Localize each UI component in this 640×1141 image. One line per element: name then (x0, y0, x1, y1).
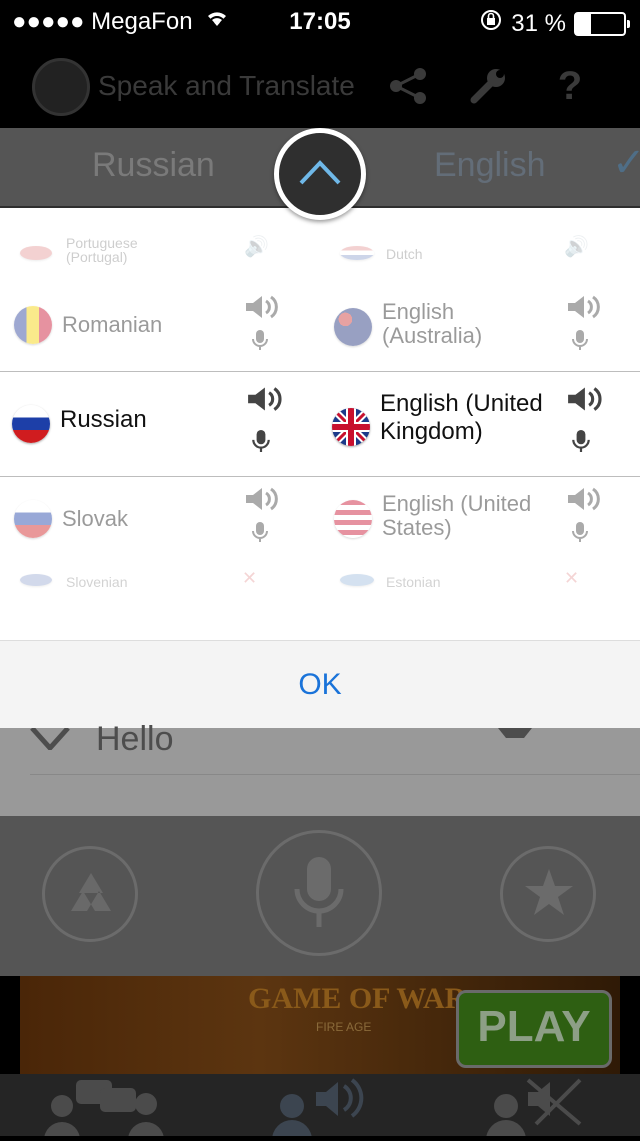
ok-bar: OK (0, 640, 640, 729)
mute-icon (486, 1078, 582, 1140)
language-picker[interactable]: Portuguese (Portugal) 🔊 Dutch 🔊 Romanian… (0, 208, 640, 640)
selection-divider-top (0, 371, 640, 372)
ok-button[interactable]: OK (0, 641, 640, 729)
status-right: 31 % (479, 8, 630, 39)
no-voice-icon: ✕ (242, 568, 258, 588)
help-icon[interactable]: ? (548, 64, 592, 108)
tab-bar (0, 1074, 640, 1140)
chevron-down-icon (30, 728, 70, 750)
tab-mute[interactable] (484, 1078, 624, 1140)
controls-panel (0, 816, 640, 976)
chevron-up-icon (299, 160, 341, 185)
language-name: Estonian (386, 574, 441, 590)
selected-list-item[interactable]: Russian English (United Kingdom) (0, 374, 640, 474)
microphone-icon (252, 330, 268, 350)
collapse-picker-button[interactable] (274, 128, 366, 220)
app-logo-icon (32, 58, 90, 116)
language-name: Slovak (62, 506, 129, 531)
speaker-icon (568, 487, 600, 511)
flag-usa-icon (334, 500, 372, 538)
microphone-icon (572, 522, 588, 542)
record-button[interactable] (256, 830, 382, 956)
language-name: English (Australia) (382, 299, 483, 348)
flag-russia-icon (12, 405, 50, 443)
flag-slovenia-icon (20, 574, 52, 586)
tab-conversation[interactable] (40, 1078, 180, 1140)
recycle-button[interactable] (42, 846, 138, 942)
speaker-icon: 🔊 (564, 236, 589, 258)
star-icon[interactable] (498, 728, 532, 738)
language-name: Dutch (386, 246, 423, 262)
language-name: English (United States) (382, 491, 532, 540)
list-item[interactable]: Slovak English (United States) (0, 486, 640, 556)
battery-fill (576, 13, 591, 34)
app-header: Speak and Translate ? (0, 42, 640, 128)
recycle-icon (71, 873, 111, 911)
speaker-icon (246, 487, 278, 511)
language-name: Portuguese (Portugal) (66, 235, 138, 265)
list-item[interactable]: Portuguese (Portugal) 🔊 Dutch 🔊 (0, 236, 640, 282)
flag-australia-icon (334, 308, 372, 346)
list-item[interactable]: Romanian English (Australia) (0, 294, 640, 364)
microphone-icon (252, 430, 270, 452)
selection-divider-bottom (0, 476, 640, 477)
language-name: Romanian (62, 312, 163, 337)
microphone-icon (572, 430, 590, 452)
speaker-icon: 🔊 (244, 236, 269, 258)
flag-slovakia-icon (14, 500, 52, 538)
ad-play-button[interactable]: PLAY (456, 990, 612, 1068)
target-language[interactable]: English (434, 146, 546, 185)
orientation-lock-icon (479, 8, 503, 39)
microphone-icon (294, 857, 344, 927)
ad-subtitle: FIRE AGE (316, 1020, 372, 1034)
language-name: Slovenian (66, 574, 128, 590)
conversation-icon (44, 1080, 164, 1140)
ad-banner[interactable]: GAME OF WAR FIRE AGE PLAY (20, 976, 620, 1074)
list-item[interactable]: Slovenian ✕ Estonian ✕ (0, 568, 640, 598)
battery-percent: 31 % (511, 9, 566, 37)
flag-uk-icon (332, 408, 370, 446)
favorites-button[interactable] (500, 846, 596, 942)
flag-netherlands-icon (340, 246, 374, 260)
microphone-icon (252, 522, 268, 542)
tab-speak[interactable] (266, 1078, 406, 1140)
speaker-icon (568, 387, 602, 411)
battery-icon (574, 11, 630, 36)
language-name: English (United Kingdom) (380, 390, 543, 445)
flag-estonia-icon (340, 574, 374, 586)
ad-title: GAME OF WAR (248, 982, 467, 1015)
divider (30, 774, 640, 775)
flag-romania-icon (14, 306, 52, 344)
speak-icon (272, 1078, 364, 1140)
status-bar: ●●●●● MegaFon 17:05 31 % (0, 0, 640, 42)
share-icon[interactable] (386, 64, 430, 108)
phrase-text[interactable]: Hello (96, 720, 173, 759)
microphone-icon (572, 330, 588, 350)
star-icon (525, 869, 573, 915)
checkmark-icon[interactable]: ✓ (612, 140, 640, 186)
language-name: Russian (60, 406, 147, 433)
app-title: Speak and Translate (98, 70, 355, 101)
speaker-icon (568, 295, 600, 319)
source-language[interactable]: Russian (92, 146, 215, 185)
no-voice-icon: ✕ (564, 568, 580, 588)
speaker-icon (248, 387, 282, 411)
flag-portugal-icon (20, 246, 52, 260)
speaker-icon (246, 295, 278, 319)
phrase-list: Hello (0, 720, 640, 816)
wrench-icon[interactable] (466, 64, 510, 108)
